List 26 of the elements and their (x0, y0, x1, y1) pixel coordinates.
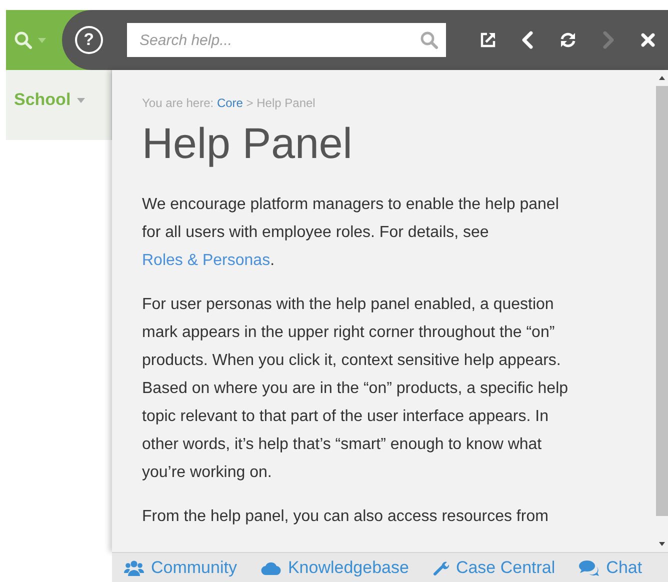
people-icon (124, 560, 144, 576)
link[interactable]: Roles & Personas (142, 252, 270, 269)
search-icon (420, 31, 438, 49)
caret-icon (76, 98, 85, 102)
refresh-icon (559, 31, 577, 49)
school-menu[interactable]: School (14, 90, 85, 110)
wrench-icon (432, 560, 449, 576)
footer-link[interactable]: Chat (579, 558, 642, 578)
paragraph: We encourage platform managers to enable the help panel for all users with employee roles. For details, see Roles & Personas. (142, 195, 560, 271)
paragraph: For user personas with the help panel enabled, a question mark appears in the upper right corner throughout the “on” products. When you click it, context sensitive help appears. Based on where you are in the “on” products, a specific help topic relevant to that part of the user interface appears. In other words, it’s help that’s “smart” enough to know what you’re working on. (142, 295, 570, 483)
footer-link[interactable]: Knowledgebase (260, 558, 409, 578)
scrollbar[interactable] (655, 70, 668, 552)
external-link-icon (479, 31, 497, 49)
search-field[interactable]: Search help... (126, 23, 446, 57)
chevron-left-icon (521, 31, 535, 49)
chevron-right-icon (601, 31, 615, 49)
page-title: Help Panel (142, 120, 354, 169)
chat-icon (579, 560, 600, 576)
breadcrumb: You are here: Core > Help Panel (142, 96, 316, 110)
footer-link[interactable]: Community (124, 558, 237, 578)
breadcrumb-link[interactable]: Core (216, 96, 243, 110)
footer-link[interactable]: Case Central (432, 558, 556, 578)
help-button[interactable]: ? (75, 26, 103, 54)
close-icon (641, 33, 655, 47)
cloud-icon (260, 560, 281, 574)
paragraph: From the help panel, you can also access resources from (142, 507, 550, 527)
